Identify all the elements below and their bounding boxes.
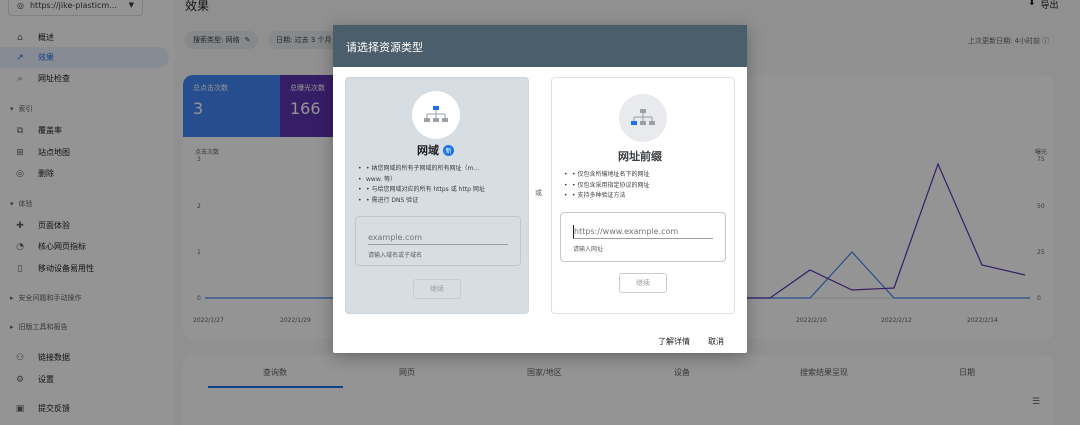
prefix-bullet: • 仅包含所输地址名下的网址 — [564, 170, 729, 181]
domain-bullet: • 需进行 DNS 验证 — [358, 196, 523, 207]
property-type-dialog: 请选择资源类型 网域 新 • 纳您网域的所有子网域的所有网址（m... www.… — [333, 25, 747, 353]
domain-input-hint: 请输入域名或子域名 — [368, 252, 423, 259]
cancel-button[interactable]: 取消 — [708, 336, 724, 347]
prefix-continue-button[interactable]: 继续 — [619, 273, 667, 293]
domain-continue-button[interactable]: 继续 — [413, 279, 461, 299]
domain-option[interactable]: 网域 新 • 纳您网域的所有子网域的所有网址（m... www. 等） • 与给… — [345, 77, 529, 314]
prefix-sitemap-icon — [619, 94, 667, 142]
domain-input-box: 请输入域名或子域名 — [355, 216, 521, 266]
domain-sitemap-icon — [412, 91, 460, 139]
domain-input[interactable] — [368, 231, 508, 245]
domain-bullet: • 纳您网域的所有子网域的所有网址（m... — [358, 164, 523, 175]
prefix-input[interactable] — [573, 225, 713, 239]
url-prefix-option[interactable]: 网址前缀 • 仅包含所输地址名下的网址 • 仅包含采用指定协议的网址 • 支持多… — [551, 77, 735, 314]
prefix-title: 网址前缀 — [618, 150, 662, 163]
domain-title: 网域 新 — [417, 142, 454, 158]
domain-bullet: • 与给您网域对应的所有 https 或 http 网址 — [358, 185, 523, 196]
new-badge: 新 — [443, 144, 454, 156]
dialog-title: 请选择资源类型 — [333, 25, 747, 67]
domain-bullet: www. 等） — [358, 175, 523, 186]
learn-more-button[interactable]: 了解详情 — [658, 336, 690, 347]
prefix-input-box: 请输入网址 — [560, 212, 726, 262]
prefix-input-hint: 请输入网址 — [573, 246, 604, 253]
prefix-bullet: • 支持多种验证方法 — [564, 191, 729, 202]
prefix-bullets: • 仅包含所输地址名下的网址 • 仅包含采用指定协议的网址 • 支持多种验证方法 — [564, 170, 729, 202]
or-label: 或 — [535, 189, 542, 197]
prefix-bullet: • 仅包含采用指定协议的网址 — [564, 181, 729, 192]
domain-bullets: • 纳您网域的所有子网域的所有网址（m... www. 等） • 与给您网域对应… — [358, 164, 523, 206]
